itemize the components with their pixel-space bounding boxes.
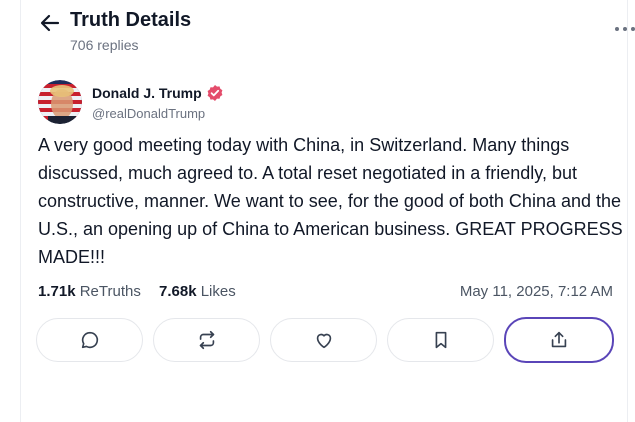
retruth-button[interactable] xyxy=(153,318,260,362)
bookmark-button[interactable] xyxy=(387,318,494,362)
retruths-count: 1.71k xyxy=(38,283,76,300)
author-block: Donald J. Trump @realDonaldTrump xyxy=(38,80,338,124)
share-button[interactable] xyxy=(504,317,614,363)
repost-icon xyxy=(199,330,214,350)
page-header: Truth Details 706 replies xyxy=(38,8,635,58)
likes-label: Likes xyxy=(200,283,236,300)
retruths-label: ReTruths xyxy=(79,283,141,300)
bookmark-icon xyxy=(435,331,446,349)
likes-count: 7.68k xyxy=(159,283,197,300)
reply-button[interactable] xyxy=(36,318,143,362)
author-handle[interactable]: @realDonaldTrump xyxy=(92,106,205,122)
retruths-stat[interactable]: 1.71k ReTruths xyxy=(38,283,141,300)
like-button[interactable] xyxy=(270,318,377,362)
author-name[interactable]: Donald J. Trump xyxy=(92,84,202,102)
post-text: A very good meeting today with China, in… xyxy=(38,135,623,267)
action-bar xyxy=(36,317,616,364)
arrow-left-icon xyxy=(40,14,60,32)
back-button[interactable] xyxy=(38,11,62,35)
comment-icon xyxy=(81,331,98,349)
share-icon xyxy=(551,331,567,348)
reply-count: 706 replies xyxy=(70,37,139,53)
post-stats: 1.71k ReTruths 7.68k Likes May 11, 2025,… xyxy=(38,283,613,303)
verified-badge-icon xyxy=(206,84,224,102)
avatar[interactable] xyxy=(38,80,82,124)
heart-icon xyxy=(316,333,331,349)
likes-stat[interactable]: 7.68k Likes xyxy=(159,283,236,300)
page-title: Truth Details xyxy=(70,9,192,31)
more-button[interactable] xyxy=(612,16,635,40)
post-timestamp: May 11, 2025, 7:12 AM xyxy=(459,283,613,300)
more-horizontal-icon xyxy=(615,27,635,31)
